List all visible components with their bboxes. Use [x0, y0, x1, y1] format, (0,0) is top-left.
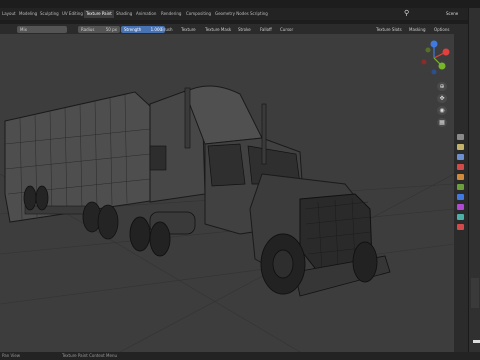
falloff-menu[interactable]: Falloff: [260, 26, 272, 33]
tool-icon[interactable]: [457, 174, 464, 180]
tab-compositing[interactable]: Compositing: [184, 10, 213, 18]
workspace-tab-bar: Layout Modeling Sculpting UV Editing Tex…: [0, 8, 480, 20]
sidebar-tab-column: [454, 34, 468, 352]
strength-label: Strength: [124, 27, 142, 32]
3d-viewport[interactable]: ⊕ ✥ ◉ ▦: [0, 34, 454, 352]
radius-field[interactable]: Radius 50 px: [78, 26, 120, 33]
status-left-hint: Pan View: [2, 353, 20, 358]
tool-icon[interactable]: [457, 224, 464, 230]
gizmo-x-icon[interactable]: [442, 48, 450, 56]
properties-panel: [471, 278, 479, 308]
gizmo-z-icon[interactable]: [430, 40, 438, 48]
tab-rendering[interactable]: Rendering: [159, 10, 183, 18]
options-menu[interactable]: Options: [434, 26, 449, 33]
strength-field[interactable]: Strength 1.000: [121, 26, 166, 33]
camera-icon[interactable]: ◉: [437, 106, 447, 115]
tab-layout[interactable]: Layout: [0, 10, 18, 18]
navigation-gizmo[interactable]: [416, 38, 452, 78]
texture-slots-menu[interactable]: Texture Slots: [376, 26, 402, 33]
tool-icon[interactable]: [457, 134, 464, 140]
zoom-icon[interactable]: ⊕: [437, 82, 447, 91]
blend-mode-select[interactable]: Mix: [17, 26, 67, 33]
status-center-hint: Texture Paint Context Menu: [62, 353, 118, 358]
tool-icon[interactable]: [457, 164, 464, 170]
tool-icon[interactable]: [457, 184, 464, 190]
pan-icon[interactable]: ✥: [437, 94, 447, 103]
gizmo-y-icon[interactable]: [438, 62, 446, 70]
stroke-menu[interactable]: Stroke: [238, 26, 251, 33]
tab-shading[interactable]: Shading: [114, 10, 134, 18]
radius-label: Radius: [81, 27, 95, 32]
tool-icon[interactable]: [457, 214, 464, 220]
masking-menu[interactable]: Masking: [409, 26, 426, 33]
tool-icon[interactable]: [457, 144, 464, 150]
texture-menu[interactable]: Texture: [181, 26, 196, 33]
tool-icon[interactable]: [457, 204, 464, 210]
grid-icon[interactable]: ▦: [437, 118, 447, 127]
tab-texture-paint[interactable]: Texture Paint: [84, 10, 114, 18]
tab-sculpting[interactable]: Sculpting: [38, 10, 61, 18]
tab-uv-editing[interactable]: UV Editing: [60, 10, 85, 18]
tool-header: Mix Radius 50 px Strength 1.000 Brush Te…: [0, 24, 468, 34]
status-bar: Pan View Texture Paint Context Menu: [0, 352, 480, 360]
properties-editor[interactable]: [468, 8, 480, 352]
search-icon[interactable]: ⚲: [404, 9, 409, 17]
tab-geometry-nodes[interactable]: Geometry Nodes: [213, 10, 251, 18]
tab-animation[interactable]: Animation: [134, 10, 158, 18]
brush-menu[interactable]: Brush: [161, 26, 173, 33]
view-controls: ⊕ ✥ ◉ ▦: [437, 82, 447, 130]
texture-mask-menu[interactable]: Texture Mask: [205, 26, 231, 33]
tool-icon[interactable]: [457, 194, 464, 200]
radius-value: 50 px: [105, 27, 117, 32]
truck-wireframe-render: [0, 85, 454, 352]
tab-modeling[interactable]: Modeling: [17, 10, 39, 18]
color-swatch[interactable]: [473, 340, 480, 343]
scene-label[interactable]: Scene: [446, 11, 458, 16]
cursor-menu[interactable]: Cursor: [280, 26, 293, 33]
tab-scripting[interactable]: Scripting: [248, 10, 270, 18]
tool-icon[interactable]: [457, 154, 464, 160]
